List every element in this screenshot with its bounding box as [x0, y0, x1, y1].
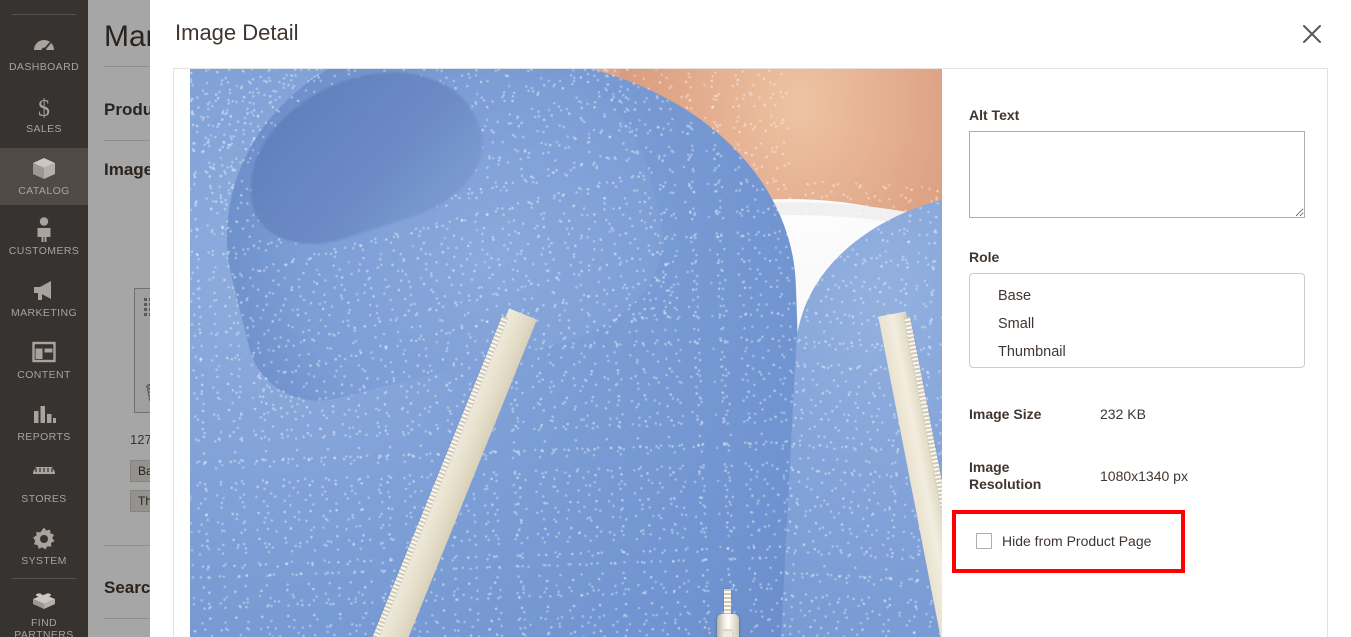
alt-text-input[interactable]: [969, 131, 1305, 218]
role-label: Role: [969, 249, 1000, 265]
sidebar-item-catalog[interactable]: CATALOG: [0, 148, 88, 205]
image-resolution-label: Image Resolution: [969, 459, 1042, 492]
sidebar-item-stores[interactable]: STORES: [0, 458, 88, 514]
divider: [12, 578, 76, 579]
sidebar-item-marketing[interactable]: MARKETING: [0, 272, 88, 328]
image-resolution-value: 1080x1340 px: [1100, 468, 1188, 484]
screen-root: Manage Products Product Details Images A…: [0, 0, 1351, 637]
role-option-thumbnail[interactable]: Thumbnail: [970, 338, 1304, 366]
hide-from-product-page-label[interactable]: Hide from Product Page: [1002, 533, 1151, 549]
layout-window-icon: [0, 340, 88, 366]
sidebar-item-label: MARKETING: [10, 307, 78, 319]
role-option-small[interactable]: Small: [970, 310, 1304, 338]
sidebar-item-system[interactable]: SYSTEM: [0, 520, 88, 576]
hide-from-product-page-row[interactable]: Hide from Product Page: [976, 533, 1151, 549]
image-size-label: Image Size: [969, 406, 1042, 422]
box-icon: [0, 156, 88, 182]
dollar-sign-icon: $: [0, 94, 88, 120]
role-option-base[interactable]: Base: [970, 282, 1304, 310]
image-detail-form: Alt Text Role Base Small Thumbnail Image…: [952, 69, 1327, 637]
sidebar-item-customers[interactable]: CUSTOMERS: [0, 210, 88, 266]
sidebar-item-label: SALES: [26, 123, 62, 135]
modal-body: Alt Text Role Base Small Thumbnail Image…: [173, 68, 1328, 637]
image-detail-modal: Image Detail Alt Text Role Base Small Th…: [150, 0, 1351, 637]
role-options-list[interactable]: Base Small Thumbnail: [969, 273, 1305, 368]
sidebar-item-content[interactable]: CONTENT: [0, 334, 88, 390]
sidebar-item-label: FIND PARTNERS & EXTENSIONS: [14, 617, 74, 637]
hide-from-product-page-checkbox[interactable]: [976, 533, 992, 549]
close-icon[interactable]: [1297, 18, 1329, 50]
hide-from-product-page-highlight: Hide from Product Page: [952, 510, 1185, 573]
gear-icon: [0, 526, 88, 552]
hoodie-product-photo: [190, 69, 942, 637]
dashboard-gauge-icon: [0, 32, 88, 58]
sidebar-item-find-partners-and-extensions[interactable]: FIND PARTNERS & EXTENSIONS: [0, 586, 88, 637]
sidebar-item-sales[interactable]: $ SALES: [0, 88, 88, 144]
sidebar-item-label: CATALOG: [18, 185, 70, 197]
lego-brick-icon: [0, 590, 88, 614]
alt-text-label: Alt Text: [969, 107, 1020, 123]
sidebar-item-label: DASHBOARD: [8, 61, 80, 73]
sidebar-item-label: STORES: [21, 493, 67, 505]
svg-text:$: $: [38, 96, 50, 120]
sidebar-item-reports[interactable]: REPORTS: [0, 396, 88, 452]
sidebar-item-label: CONTENT: [17, 369, 71, 381]
storefront-icon: [0, 464, 88, 490]
sidebar-item-label: REPORTS: [17, 431, 71, 443]
zipper-pull: [721, 629, 734, 637]
sidebar-item-dashboard[interactable]: DASHBOARD: [0, 26, 88, 82]
megaphone-icon: [0, 278, 88, 304]
admin-sidebar: DASHBOARD $ SALES CATALOG CUSTOMERS MARK…: [0, 0, 88, 637]
product-image-preview[interactable]: [190, 69, 942, 637]
sidebar-item-label: SYSTEM: [21, 555, 67, 567]
divider: [12, 14, 76, 15]
person-icon: [0, 216, 88, 242]
modal-title: Image Detail: [175, 20, 299, 45]
image-size-value: 232 KB: [1100, 406, 1146, 422]
sidebar-item-label: CUSTOMERS: [8, 245, 80, 257]
bar-chart-icon: [0, 402, 88, 428]
